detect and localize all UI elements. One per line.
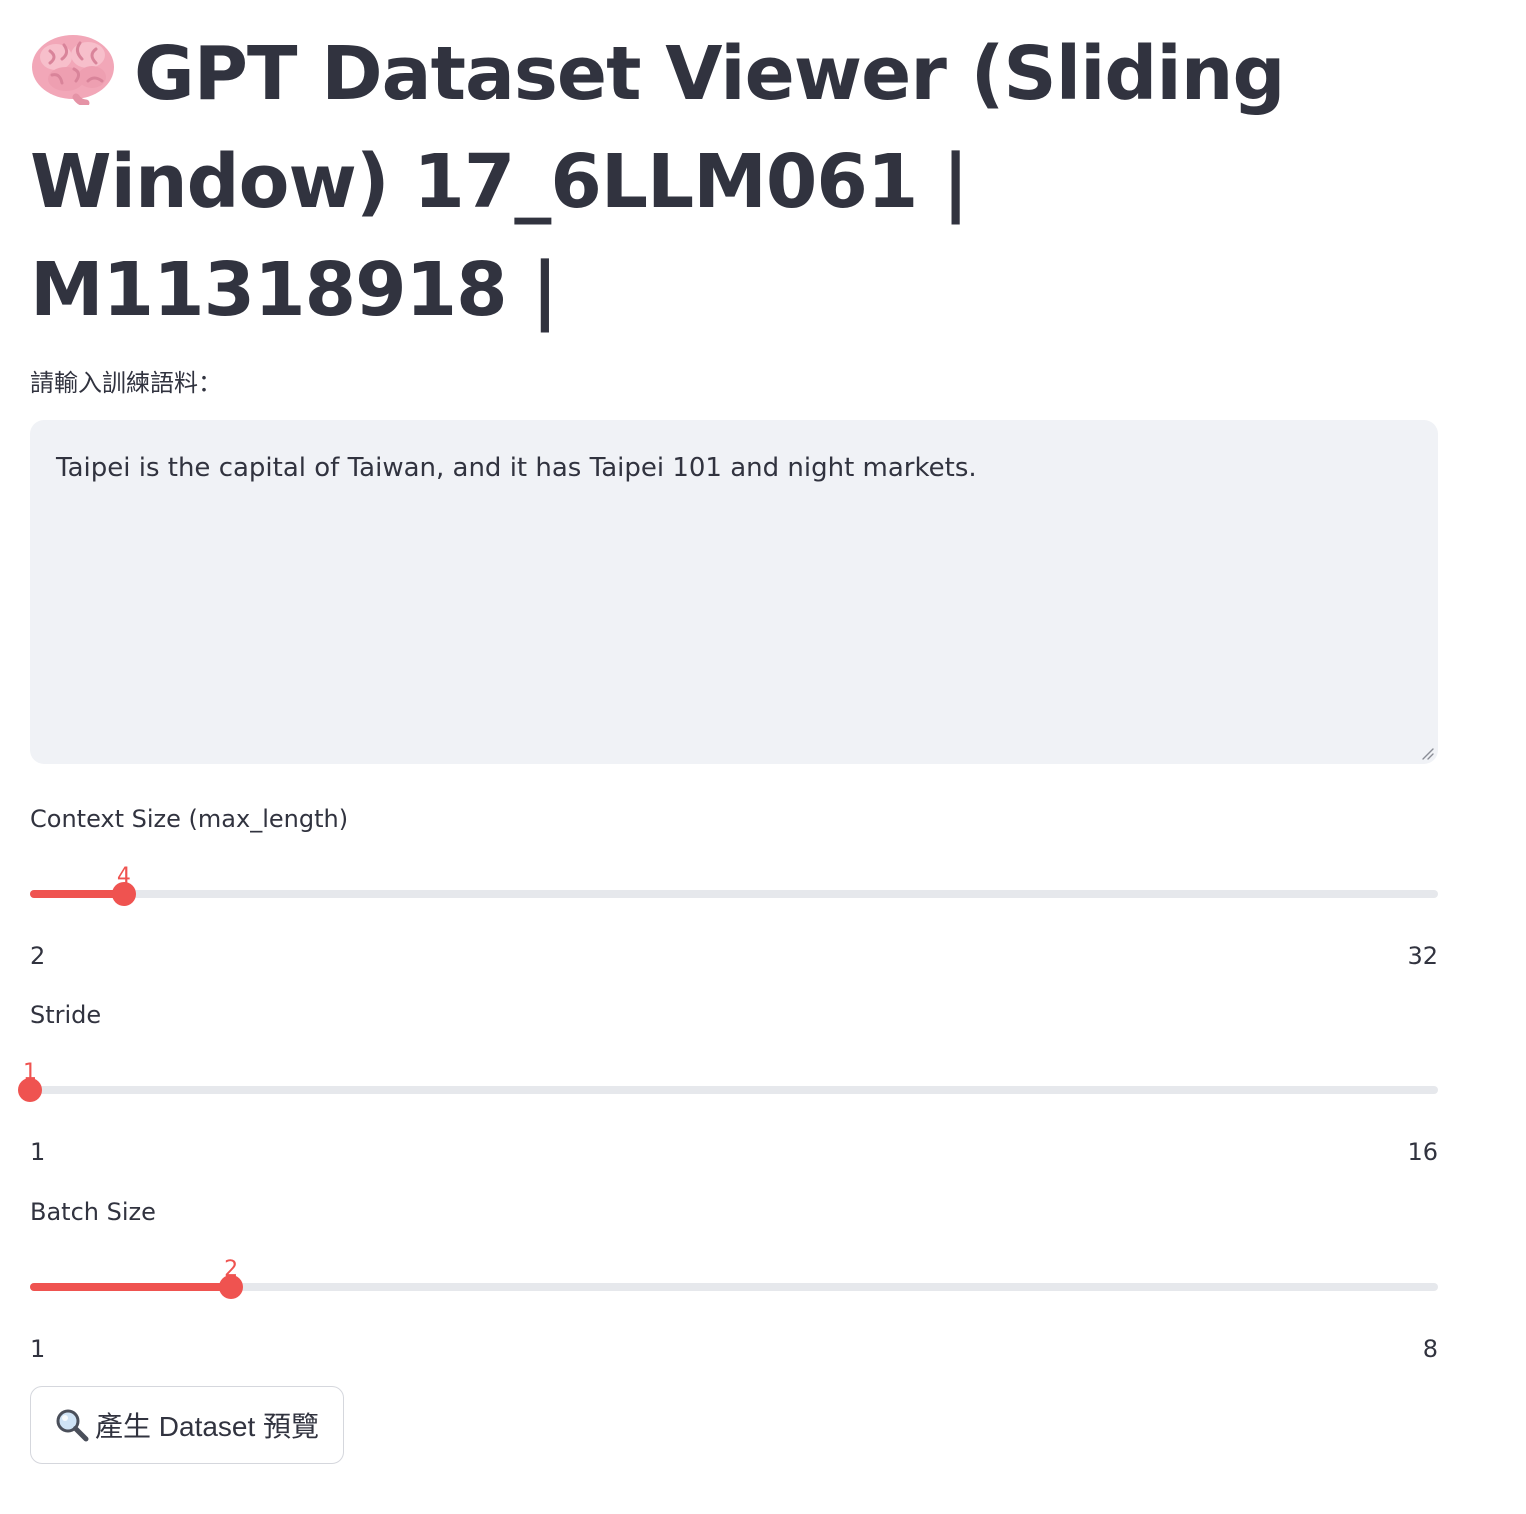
batch-size-track[interactable] bbox=[30, 1275, 1438, 1299]
context-size-label: Context Size (max_length) bbox=[30, 805, 349, 833]
batch-size-value: 2 bbox=[224, 1257, 239, 1282]
stride-label: Stride bbox=[30, 1001, 102, 1029]
batch-size-min: 1 bbox=[30, 1335, 46, 1363]
page-title: GPT Dataset Viewer (Sliding Window) 17_6… bbox=[30, 20, 1450, 344]
magnifier-icon bbox=[56, 1409, 89, 1442]
corpus-label: 請輸入訓練語料： bbox=[30, 369, 222, 397]
page-title-text: GPT Dataset Viewer (Sliding Window) 17_6… bbox=[30, 31, 1285, 333]
context-size-value: 4 bbox=[116, 864, 131, 889]
context-size-slider: Context Size (max_length) 4 2 32 bbox=[30, 802, 1438, 972]
resize-handle-icon[interactable] bbox=[1420, 746, 1434, 760]
app-main: GPT Dataset Viewer (Sliding Window) 17_6… bbox=[18, 20, 1438, 1464]
brain-icon bbox=[32, 35, 114, 105]
batch-size-fill bbox=[30, 1283, 232, 1291]
context-size-min: 2 bbox=[30, 942, 46, 970]
stride-slider: Stride 1 1 16 bbox=[18, 998, 1438, 1168]
generate-dataset-preview-button[interactable]: 產生 Dataset 預覽 bbox=[30, 1386, 345, 1464]
corpus-textarea-container bbox=[30, 420, 1438, 764]
corpus-textarea[interactable] bbox=[30, 420, 1438, 764]
stride-max: 16 bbox=[1407, 1138, 1438, 1166]
batch-size-max: 8 bbox=[1422, 1335, 1438, 1363]
stride-value: 1 bbox=[23, 1060, 37, 1085]
batch-size-label: Batch Size bbox=[30, 1198, 156, 1226]
context-size-max: 32 bbox=[1407, 942, 1438, 970]
context-size-fill bbox=[30, 890, 124, 898]
context-size-track[interactable] bbox=[30, 882, 1438, 906]
batch-size-slider: Batch Size 2 1 8 bbox=[30, 1195, 1438, 1365]
stride-min: 1 bbox=[30, 1138, 46, 1166]
generate-button-label: 產生 Dataset 預覽 bbox=[95, 1411, 320, 1442]
stride-track[interactable] bbox=[18, 1078, 1438, 1102]
